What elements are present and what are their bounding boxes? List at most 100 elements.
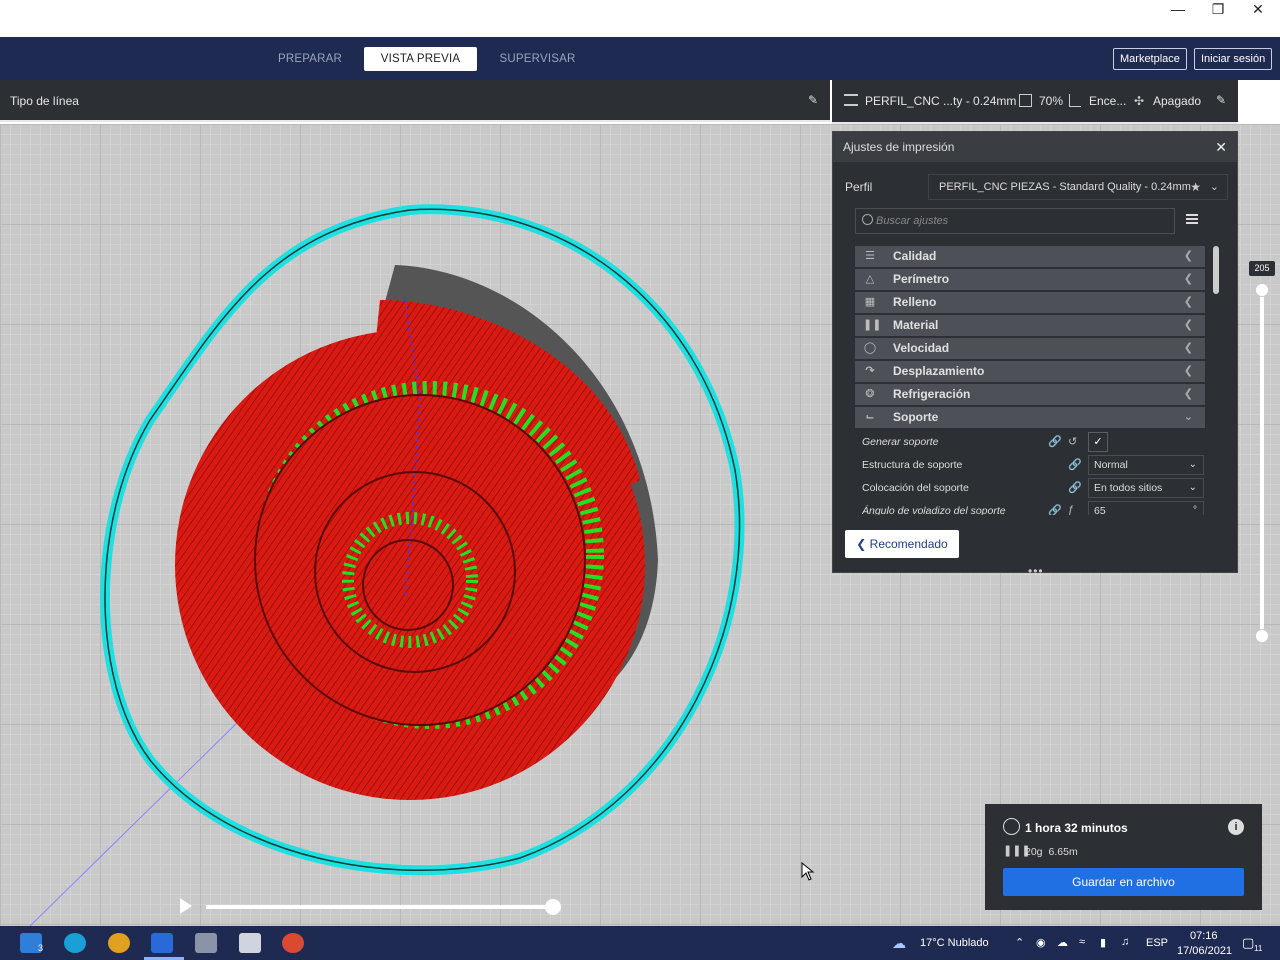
info-icon[interactable]: i	[1228, 819, 1244, 835]
travel-icon: ↷	[865, 365, 875, 377]
support-structure-select[interactable]: Normal ⌄	[1088, 455, 1204, 475]
tab-preparar[interactable]: PREPARAR	[270, 47, 350, 71]
tab-vista-previa[interactable]: VISTA PREVIA	[364, 47, 477, 71]
category-label: Relleno	[893, 295, 937, 309]
edge-icon[interactable]	[64, 933, 86, 953]
chrome-icon[interactable]	[282, 933, 304, 953]
infill-icon: ▦	[864, 296, 876, 308]
adhesion-icon: ✣	[1134, 94, 1145, 108]
chevron-up-icon[interactable]: ⌃	[1015, 936, 1024, 949]
volume-icon[interactable]: ♫	[1121, 936, 1129, 948]
layer-slider-bottom-handle[interactable]	[1255, 629, 1269, 643]
support-summary: Ence...	[1089, 94, 1127, 108]
function-icon[interactable]: ƒ	[1068, 504, 1074, 515]
travel-line	[29, 719, 241, 926]
chrome-icon[interactable]	[108, 933, 130, 953]
print-time: 1 hora 32 minutos	[1025, 821, 1128, 835]
meet-icon[interactable]: ◉	[1036, 936, 1046, 949]
star-icon[interactable]: ★	[1190, 175, 1201, 199]
inkscape-icon[interactable]	[239, 933, 261, 953]
category-soporte[interactable]: ⌙ Soporte ⌄	[855, 407, 1205, 428]
windows-taskbar: 3 ☁ 17°C Nublado ⌃ ◉ ☁ ≈ ▮ ♫ ESP 07:16 1…	[0, 926, 1280, 960]
category-refrigeracion[interactable]: ❂ Refrigeración ❮	[855, 384, 1205, 405]
restore-icon[interactable]: ❐	[1198, 0, 1238, 18]
layer-slider-track[interactable]	[1260, 289, 1264, 636]
notifications-icon[interactable]: ▢	[1242, 935, 1254, 951]
link-icon[interactable]: 🔗	[1048, 435, 1062, 448]
select-value: En todos sitios	[1094, 482, 1163, 494]
app-icon[interactable]	[195, 933, 217, 953]
category-material[interactable]: ❚❚ Material ❮	[855, 315, 1205, 336]
category-label: Calidad	[893, 249, 937, 263]
setting-label: Colocación del soporte	[862, 482, 969, 494]
language-indicator[interactable]: ESP	[1146, 937, 1168, 949]
search-input[interactable]: Buscar ajustes	[855, 208, 1175, 234]
category-perimetro[interactable]: △ Perímetro ❮	[855, 269, 1205, 290]
link-icon[interactable]: 🔗	[1048, 504, 1062, 515]
recommended-button[interactable]: ❮ Recomendado	[845, 530, 959, 558]
generate-support-checkbox[interactable]: ✓	[1088, 432, 1108, 452]
close-icon[interactable]: ✕	[1215, 132, 1227, 162]
link-icon[interactable]: 🔗	[1068, 481, 1082, 494]
settings-scrollbar[interactable]	[1213, 246, 1219, 294]
setting-support-structure: Estructura de soporte 🔗 Normal ⌄	[862, 455, 1207, 475]
chevron-left-icon: ❮	[1183, 365, 1193, 377]
support-placement-select[interactable]: En todos sitios ⌄	[1088, 478, 1204, 498]
cura-icon[interactable]	[151, 933, 173, 953]
profile-select[interactable]: PERFIL_CNC PIEZAS - Standard Quality - 0…	[928, 174, 1228, 200]
category-velocidad[interactable]: ◯ Velocidad ❮	[855, 338, 1205, 359]
onedrive-icon[interactable]: ☁	[1057, 936, 1068, 949]
notifications-badge: 11	[1254, 944, 1263, 953]
mouse-cursor-icon	[801, 862, 815, 881]
select-value: Normal	[1094, 459, 1128, 471]
settings-categories: ☰ Calidad ❮ △ Perímetro ❮ ▦ Relleno ❮ ❚❚ Materi…	[855, 246, 1205, 430]
weather-text[interactable]: 17°C Nublado	[920, 937, 989, 949]
chevron-down-icon: ⌄	[1209, 181, 1219, 193]
chevron-left-icon: ❮	[1183, 388, 1193, 400]
panel-title: Ajustes de impresión	[843, 140, 955, 154]
view-type-bar[interactable]: Tipo de línea ✎	[0, 80, 830, 122]
category-label: Material	[893, 318, 939, 332]
recommended-label: Recomendado	[869, 537, 948, 551]
simulation-slider-track[interactable]	[206, 905, 554, 909]
clock-time[interactable]: 07:16	[1190, 930, 1218, 942]
clock-icon	[1003, 818, 1020, 835]
category-label: Soporte	[893, 410, 939, 424]
marketplace-button[interactable]: Marketplace	[1113, 48, 1187, 70]
edit-icon[interactable]: ✎	[1216, 93, 1226, 107]
edit-icon[interactable]: ✎	[808, 93, 818, 107]
speed-icon: ◯	[863, 342, 877, 354]
simulation-slider-handle[interactable]	[545, 899, 561, 915]
login-button[interactable]: Iniciar sesión	[1194, 48, 1273, 70]
category-desplazamiento[interactable]: ↷ Desplazamiento ❮	[855, 361, 1205, 382]
category-relleno[interactable]: ▦ Relleno ❮	[855, 292, 1205, 313]
print-settings-panel: Ajustes de impresión ✕ Perfil PERFIL_CNC…	[832, 131, 1238, 578]
link-icon[interactable]: 🔗	[1068, 458, 1082, 471]
battery-icon[interactable]: ▮	[1100, 936, 1106, 949]
reset-icon[interactable]: ↺	[1068, 435, 1077, 448]
cloud-icon: ☁	[892, 935, 906, 951]
print-setup-bar[interactable]: PERFIL_CNC ...ty - 0.24mm 70% Ence... ✣ …	[832, 80, 1238, 124]
setting-support-placement: Colocación del soporte 🔗 En todos sitios…	[862, 478, 1207, 498]
profile-value: PERFIL_CNC PIEZAS - Standard Quality - 0…	[939, 181, 1191, 193]
close-icon[interactable]: ✕	[1238, 0, 1278, 18]
profile-icon	[844, 94, 858, 106]
clock-date[interactable]: 17/06/2021	[1177, 945, 1232, 957]
category-calidad[interactable]: ☰ Calidad ❮	[855, 246, 1205, 267]
tab-supervisar[interactable]: SUPERVISAR	[495, 47, 580, 71]
play-icon[interactable]	[180, 898, 192, 914]
chevron-left-icon: ❮	[1183, 319, 1193, 331]
mail-badge: 3	[38, 943, 44, 953]
setting-generate-support: Generar soporte 🔗 ↺ ✓	[862, 432, 1207, 452]
layer-slider-top-handle[interactable]	[1255, 283, 1269, 297]
cooling-icon: ❂	[865, 388, 875, 400]
minimize-icon[interactable]: —	[1158, 0, 1198, 18]
save-to-file-button[interactable]: Guardar en archivo	[1003, 868, 1244, 896]
search-icon	[862, 214, 873, 225]
network-icon[interactable]: ≈	[1079, 936, 1085, 948]
menu-icon[interactable]	[1186, 214, 1198, 224]
line-type-label: Tipo de línea	[10, 94, 79, 108]
support-angle-input[interactable]: 65 °	[1088, 501, 1204, 515]
layer-value-badge: 205	[1249, 261, 1275, 276]
resize-handle[interactable]: •••	[1028, 564, 1044, 578]
